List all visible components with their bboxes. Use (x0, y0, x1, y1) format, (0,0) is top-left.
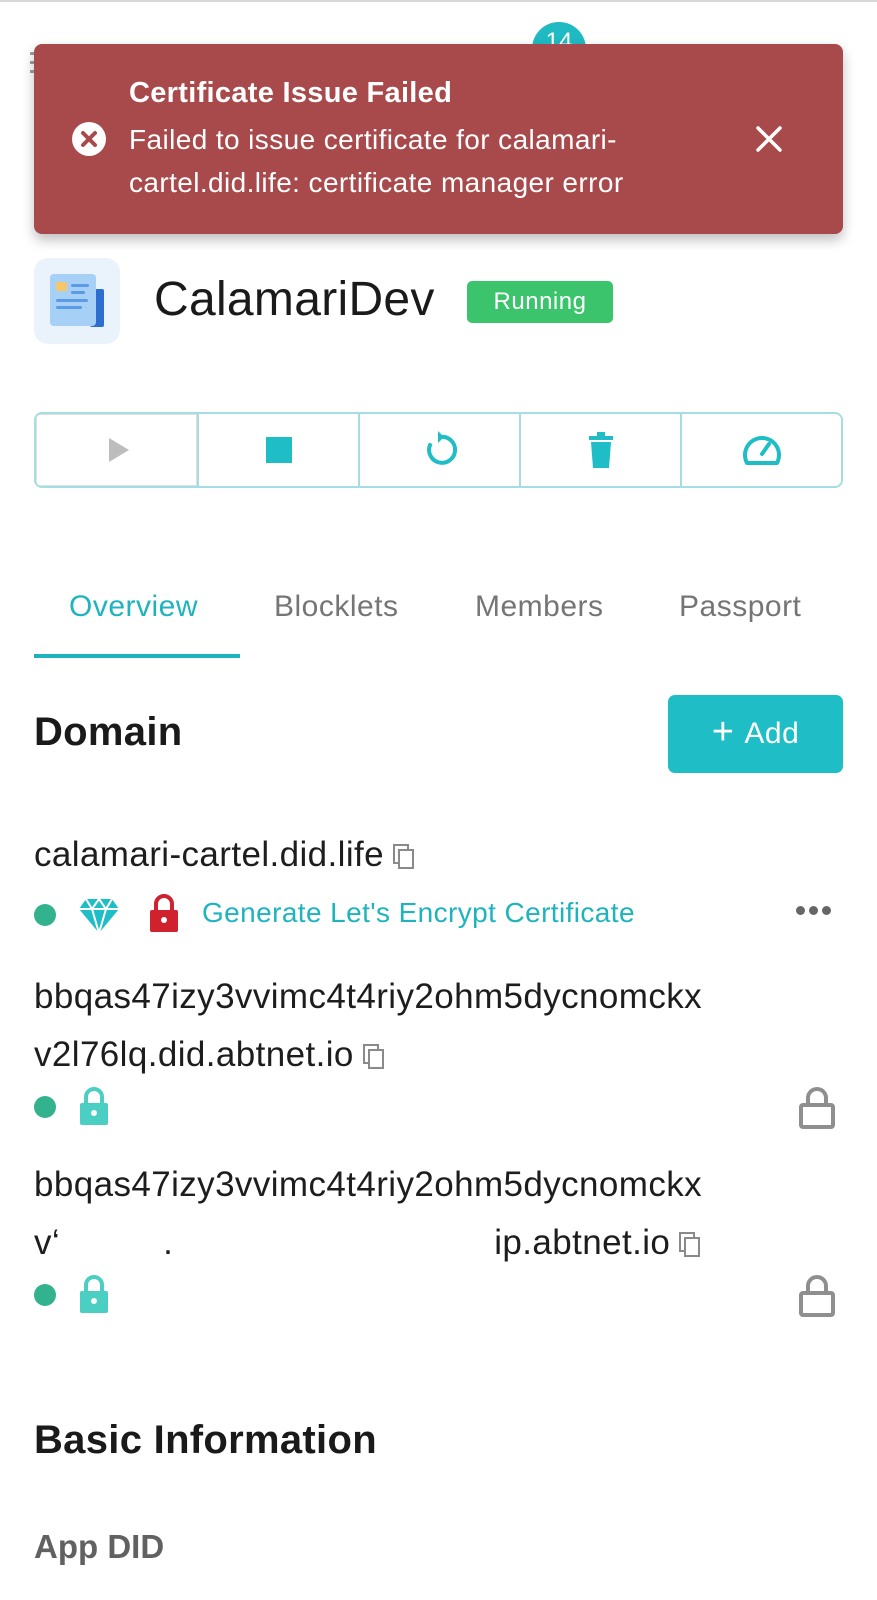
top-divider (0, 0, 877, 2)
more-options-icon[interactable] (796, 902, 836, 918)
tab-passport[interactable]: Passport (679, 590, 801, 624)
active-tab-indicator (34, 654, 240, 658)
status-dot (34, 1096, 56, 1118)
plus-icon: + (711, 711, 735, 753)
lock-teal-icon (80, 1087, 108, 1125)
copy-icon[interactable] (678, 1231, 702, 1259)
lock-red-icon (150, 894, 178, 932)
tab-blocklets[interactable]: Blocklets (274, 590, 399, 624)
tab-members[interactable]: Members (475, 590, 604, 624)
status-dot (34, 904, 56, 926)
lock-outline-icon[interactable] (798, 1274, 836, 1318)
add-button-label: Add (744, 717, 800, 750)
domain-heading: Domain (34, 710, 183, 754)
lock-outline-icon[interactable] (798, 1086, 836, 1130)
stop-button[interactable] (197, 414, 358, 486)
trash-icon (588, 432, 613, 468)
restart-button[interactable] (358, 414, 519, 486)
app-logo (34, 258, 120, 344)
toast-title: Certificate Issue Failed (129, 77, 453, 109)
lock-teal-icon (80, 1275, 108, 1313)
dashboard-button[interactable] (680, 414, 841, 486)
error-toast: Certificate Issue Failed Failed to issue… (34, 44, 843, 234)
copy-icon[interactable] (392, 843, 416, 871)
app-name: CalamariDev (154, 273, 435, 326)
stop-icon (265, 437, 292, 463)
add-domain-button[interactable]: + Add (668, 695, 843, 773)
play-icon (108, 438, 129, 462)
delete-button[interactable] (519, 414, 680, 486)
start-button[interactable] (36, 414, 197, 486)
copy-icon[interactable] (362, 1043, 386, 1071)
basic-information-heading: Basic Information (34, 1418, 377, 1462)
action-toolbar (34, 412, 843, 488)
status-badge: Running (467, 281, 613, 323)
tab-overview[interactable]: Overview (69, 590, 198, 624)
domain-name-2: bbqas47izy3vvimc4t4riy2ohm5dycnomckx v2l… (34, 977, 703, 1074)
error-circle-icon (72, 122, 106, 156)
restart-icon (426, 431, 457, 465)
tab-bar: Overview Blocklets Members Passport (34, 570, 843, 660)
generate-certificate-link[interactable]: Generate Let's Encrypt Certificate (202, 897, 635, 929)
toast-message: Failed to issue certificate for calamari… (129, 124, 624, 198)
app-did-label: App DID (34, 1528, 165, 1565)
gauge-icon (742, 436, 781, 465)
domain-name-1: calamari-cartel.did.life (34, 826, 416, 884)
status-dot (34, 1284, 56, 1306)
domain-name-3: bbqas47izy3vvimc4t4riy2ohm5dycnomckx v‘.… (34, 1165, 703, 1262)
diamond-icon (79, 897, 119, 935)
close-icon[interactable] (746, 116, 792, 162)
